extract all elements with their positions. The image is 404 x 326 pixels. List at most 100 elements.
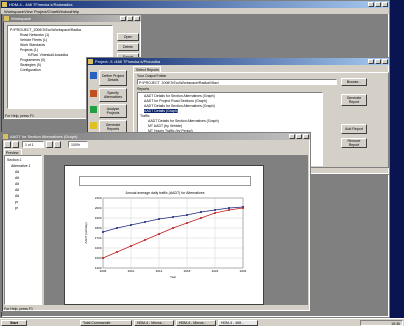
series-2-point [172, 227, 174, 229]
y-tick-label: 1700 [95, 236, 102, 240]
analyse-icon [90, 106, 97, 113]
report-item[interactable]: AADT Details for Section Alternatives (G… [148, 119, 219, 123]
report-item[interactable]: AADT Details for Section Alternatives (G… [144, 94, 215, 98]
tree-road-networks[interactable]: Road Networks (1) [20, 33, 49, 37]
delete-button[interactable]: Delete [117, 43, 139, 51]
series-1-point [102, 231, 104, 233]
add-report-button[interactable]: Add Report [341, 124, 367, 134]
task-hdm4-2[interactable]: HDM-4 - Micros... [176, 320, 216, 326]
series-1-point [130, 224, 132, 226]
y-tick-label: 1800 [95, 226, 102, 230]
report-tree-item[interactable]: Alt [15, 176, 19, 180]
tree-projects[interactable]: Projects (1) [20, 48, 38, 52]
series-2-point [116, 251, 118, 253]
report-tree-item[interactable]: pr [15, 200, 18, 204]
report-page: Annual average daily traffic (AADT) for … [64, 165, 264, 305]
x-tick-label: 2006 [100, 269, 107, 273]
output-folder-input[interactable]: P:\PROJECT_2006\TrEco\Workspace\Radka\Vl… [137, 79, 337, 85]
report-titlebar[interactable]: AADT for Section Alternatives (Graph) [2, 133, 310, 140]
reports-label: Reports [137, 87, 150, 91]
close-button[interactable] [382, 2, 388, 7]
report-tree-item[interactable]: Alternative 1 [11, 164, 30, 168]
app-icon [2, 2, 7, 7]
report-item[interactable]: AADT Details for Section Alternatives (G… [144, 104, 215, 108]
zoom-select[interactable]: 100% [68, 141, 88, 148]
main-titlebar[interactable]: HDM-4 - 468 TFinecka k/Radwadka [1, 1, 389, 8]
report-tree-item[interactable]: Alt [15, 194, 19, 198]
tree-programmes[interactable]: Programmes (0) [20, 58, 45, 62]
report-item[interactable]: AADT for Project Road Sections (Graph) [144, 99, 207, 103]
menu-window[interactable]: Window [57, 9, 71, 14]
series-2-point [214, 212, 216, 214]
tree-vehicle-fleets[interactable]: Vehicle Fleets (1) [20, 38, 47, 42]
prev-page-button[interactable] [12, 141, 19, 148]
tree-strategies[interactable]: Strategies (0) [20, 63, 41, 67]
report-toolbar: 1 of 1 100% [4, 141, 124, 148]
open-button[interactable]: Open [117, 33, 139, 41]
task-hdm4-1[interactable]: HDM-4 - Micros... [134, 320, 174, 326]
series-2-point [186, 222, 188, 224]
minimize-button[interactable] [368, 2, 374, 7]
report-tree-item[interactable]: Section 1 [7, 158, 22, 162]
system-tray: 15:36 [360, 320, 403, 326]
menu-project-chart[interactable]: Project/Chart [34, 9, 57, 14]
report-tree-item[interactable]: Alt [15, 188, 19, 192]
tree-root[interactable]: P:\PRO\JECT_2006\TrEco\Workspace\Radka [10, 28, 81, 32]
report-tree-item[interactable]: Alt [15, 170, 19, 174]
y-axis-label: AADT (veh/day) [84, 222, 88, 243]
report-tree-item[interactable]: pr [15, 206, 18, 210]
tree-configuration[interactable]: Configuration [20, 68, 41, 72]
report-title: AADT for Section Alternatives (Graph) [10, 134, 78, 139]
output-folder-label: Your Output Folder [137, 74, 167, 78]
y-tick-label: 1600 [95, 246, 102, 250]
y-tick-label: 2100 [95, 196, 102, 200]
nav-specify-alternatives[interactable]: Specify Alternatives [99, 88, 127, 102]
series-1-point [172, 216, 174, 218]
first-page-button[interactable] [4, 141, 11, 148]
nav-analyse-projects[interactable]: Analyse Projects [99, 104, 127, 118]
report-tree-item[interactable]: Alt [15, 182, 19, 186]
y-tick-label: 2000 [95, 206, 102, 210]
x-tick-label: 2022 [212, 269, 219, 273]
menu-help[interactable]: Help [71, 9, 79, 14]
alternatives-icon [90, 90, 97, 97]
task-hdm4-3[interactable]: HDM-4 - 468... [218, 320, 258, 326]
series-2-point [242, 207, 244, 209]
remove-report-button[interactable]: Remove Report [341, 138, 367, 148]
clock: 15:36 [391, 321, 400, 326]
series-2-point [228, 209, 230, 211]
series-1-point [158, 218, 160, 220]
menu-view[interactable]: View [24, 9, 33, 14]
report-item[interactable]: MT AADT (by Vehicle) [148, 124, 182, 128]
x-tick-label: 2018 [184, 269, 191, 273]
workspace-titlebar[interactable]: Workspace [3, 15, 141, 22]
series-2-point [144, 239, 146, 241]
next-page-button[interactable] [46, 141, 53, 148]
report-tree[interactable]: Section 1 Alternative 1 Alt Alt Alt Alt … [4, 155, 42, 305]
series-1-point [214, 209, 216, 211]
start-button[interactable]: Start [1, 320, 27, 326]
plot-area [102, 197, 244, 269]
project-titlebar[interactable]: Project: /1 /468 TFinecka k/Pivnadka [87, 58, 389, 65]
series-1-point [116, 227, 118, 229]
generate-report-button[interactable]: Generate Report [341, 94, 367, 106]
x-axis-ticks: 2006 2010 2014 2018 2022 2026 [100, 269, 247, 273]
last-page-button[interactable] [54, 141, 61, 148]
maximize-button[interactable] [375, 2, 381, 7]
browse-button[interactable]: Browse... [341, 78, 367, 86]
y-axis-ticks: 21002000190018001700160015001400 [95, 196, 102, 270]
page-indicator: 1 of 1 [22, 141, 44, 148]
task-total-commander[interactable]: Total Commander [80, 320, 132, 326]
define-icon [90, 72, 97, 79]
tree-project-item[interactable]: K/Rad. Vineska/Lkovadka [28, 53, 68, 57]
x-tick-label: 2014 [156, 269, 163, 273]
nav-define-project[interactable]: Define Project Details [99, 70, 127, 86]
chart-title: Annual average daily traffic (AADT) for … [126, 191, 205, 195]
menu-workspace[interactable]: Workspace [4, 9, 24, 14]
report-item-selected[interactable]: AADT Details (Graph) [144, 109, 178, 113]
project-icon [88, 59, 93, 64]
y-tick-label: 1500 [95, 256, 102, 260]
report-group-traffic[interactable]: Traffic [140, 114, 150, 118]
series-1-point [228, 207, 230, 209]
tree-work-standards[interactable]: Work Standards [20, 43, 45, 47]
